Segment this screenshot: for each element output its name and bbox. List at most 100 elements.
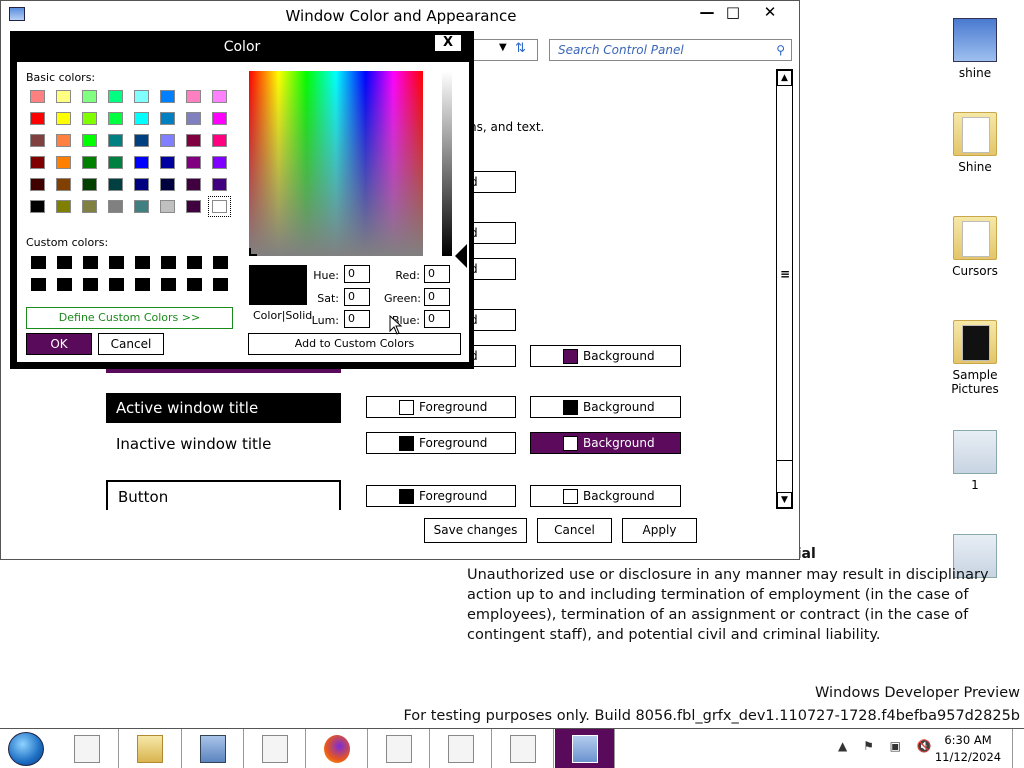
basic-color-swatch[interactable] — [56, 200, 71, 213]
basic-color-swatch[interactable] — [30, 178, 45, 191]
desktop-icon-sample-pictures[interactable]: Sample Pictures — [940, 320, 1010, 396]
chevron-down-icon[interactable]: ▼ — [499, 42, 507, 53]
dialog-close-button[interactable]: X — [434, 34, 462, 52]
blue-field[interactable]: 0 — [424, 310, 450, 328]
basic-color-swatch[interactable] — [186, 134, 201, 147]
basic-color-swatch[interactable] — [108, 90, 123, 103]
basic-color-swatch[interactable] — [160, 112, 175, 125]
search-icon[interactable]: ⚲ — [776, 40, 785, 60]
clock[interactable]: 6:30 AM 11/12/2024 — [930, 732, 1006, 766]
basic-color-swatch[interactable] — [108, 156, 123, 169]
custom-color-swatch[interactable] — [83, 278, 98, 291]
basic-color-swatch[interactable] — [208, 196, 231, 217]
crosshair-icon[interactable] — [249, 248, 257, 256]
basic-color-swatch[interactable] — [56, 90, 71, 103]
basic-color-swatch[interactable] — [186, 200, 201, 213]
custom-color-swatch[interactable] — [187, 278, 202, 291]
basic-color-swatch[interactable] — [134, 156, 149, 169]
basic-color-swatch[interactable] — [160, 156, 175, 169]
basic-color-swatch[interactable] — [134, 178, 149, 191]
define-custom-colors-button[interactable]: Define Custom Colors >> — [26, 307, 233, 329]
refresh-icon[interactable]: ⇅ — [515, 41, 526, 56]
custom-color-swatch[interactable] — [57, 256, 72, 269]
basic-color-swatch[interactable] — [82, 156, 97, 169]
sample-button[interactable]: Button — [106, 480, 341, 510]
basic-color-swatch[interactable] — [82, 178, 97, 191]
custom-color-swatch[interactable] — [161, 278, 176, 291]
basic-color-swatch[interactable] — [212, 134, 227, 147]
desktop-icon-shine-display[interactable]: shine — [940, 18, 1010, 80]
basic-color-swatch[interactable] — [134, 134, 149, 147]
basic-color-swatch[interactable] — [186, 90, 201, 103]
custom-color-swatch[interactable] — [109, 278, 124, 291]
taskbar-item-document[interactable] — [368, 729, 430, 768]
basic-color-swatch[interactable] — [160, 90, 175, 103]
save-changes-button[interactable]: Save changes — [424, 518, 527, 543]
close-button[interactable]: ✕ — [756, 3, 784, 21]
basic-color-swatch[interactable] — [186, 156, 201, 169]
foreground-button[interactable]: Foreground — [366, 485, 516, 507]
show-desktop-button[interactable] — [1012, 729, 1024, 768]
desktop-icon-1[interactable]: 1 — [940, 430, 1010, 492]
background-button[interactable]: Background — [530, 432, 681, 454]
foreground-button[interactable]: Foreground — [366, 396, 516, 418]
custom-color-swatch[interactable] — [187, 256, 202, 269]
color-spectrum[interactable] — [249, 71, 423, 256]
taskbar-item-control-panel[interactable] — [555, 729, 615, 768]
cancel-button[interactable]: Cancel — [537, 518, 612, 543]
taskbar-item-explorer[interactable] — [119, 729, 182, 768]
basic-color-swatch[interactable] — [82, 90, 97, 103]
background-button[interactable]: Background — [530, 396, 681, 418]
custom-color-swatch[interactable] — [31, 278, 46, 291]
basic-color-swatch[interactable] — [212, 178, 227, 191]
custom-color-swatch[interactable] — [109, 256, 124, 269]
taskbar-item-document[interactable] — [430, 729, 492, 768]
taskbar-item-firefox[interactable] — [306, 729, 368, 768]
action-center-icon[interactable]: ⚑ — [863, 739, 880, 753]
custom-color-swatch[interactable] — [213, 278, 228, 291]
basic-color-swatch[interactable] — [56, 178, 71, 191]
basic-color-swatch[interactable] — [30, 156, 45, 169]
basic-color-swatch[interactable] — [56, 156, 71, 169]
background-button[interactable]: Background — [530, 345, 681, 367]
start-orb-icon[interactable] — [8, 732, 44, 766]
basic-color-swatch[interactable] — [212, 112, 227, 125]
network-icon[interactable]: ▣ — [890, 739, 907, 753]
sat-field[interactable]: 0 — [344, 288, 370, 306]
luminosity-slider[interactable] — [442, 71, 452, 256]
basic-color-swatch[interactable] — [212, 156, 227, 169]
add-to-custom-colors-button[interactable]: Add to Custom Colors — [248, 333, 461, 355]
custom-color-swatch[interactable] — [213, 256, 228, 269]
sample-active-title[interactable]: Active window title — [106, 393, 341, 423]
custom-color-swatch[interactable] — [135, 278, 150, 291]
red-field[interactable]: 0 — [424, 265, 450, 283]
basic-color-swatch[interactable] — [30, 112, 45, 125]
basic-color-swatch[interactable] — [108, 134, 123, 147]
custom-color-swatch[interactable] — [31, 256, 46, 269]
background-button[interactable]: Background — [530, 485, 681, 507]
foreground-button[interactable]: Foreground — [366, 432, 516, 454]
custom-color-swatch[interactable] — [83, 256, 98, 269]
scroll-up-icon[interactable]: ▲ — [777, 70, 792, 86]
taskbar-item-media-player[interactable] — [182, 729, 244, 768]
basic-color-swatch[interactable] — [160, 200, 175, 213]
basic-color-swatch[interactable] — [108, 200, 123, 213]
basic-color-swatch[interactable] — [186, 112, 201, 125]
basic-color-swatch[interactable] — [134, 112, 149, 125]
lum-field[interactable]: 0 — [344, 310, 370, 328]
basic-color-swatch[interactable] — [160, 134, 175, 147]
basic-color-swatch[interactable] — [134, 200, 149, 213]
basic-color-swatch[interactable] — [108, 178, 123, 191]
basic-color-swatch[interactable] — [134, 90, 149, 103]
taskbar-item-document[interactable] — [56, 729, 119, 768]
basic-color-swatch[interactable] — [82, 134, 97, 147]
desktop-icon-shine-folder[interactable]: Shine — [940, 112, 1010, 174]
basic-color-swatch[interactable] — [30, 200, 45, 213]
ok-button[interactable]: OK — [26, 333, 92, 355]
address-bar[interactable]: ▼ ⇅ — [466, 39, 538, 61]
basic-color-swatch[interactable] — [30, 134, 45, 147]
basic-color-swatch[interactable] — [186, 178, 201, 191]
hue-field[interactable]: 0 — [344, 265, 370, 283]
custom-color-swatch[interactable] — [161, 256, 176, 269]
basic-color-swatch[interactable] — [212, 90, 227, 103]
